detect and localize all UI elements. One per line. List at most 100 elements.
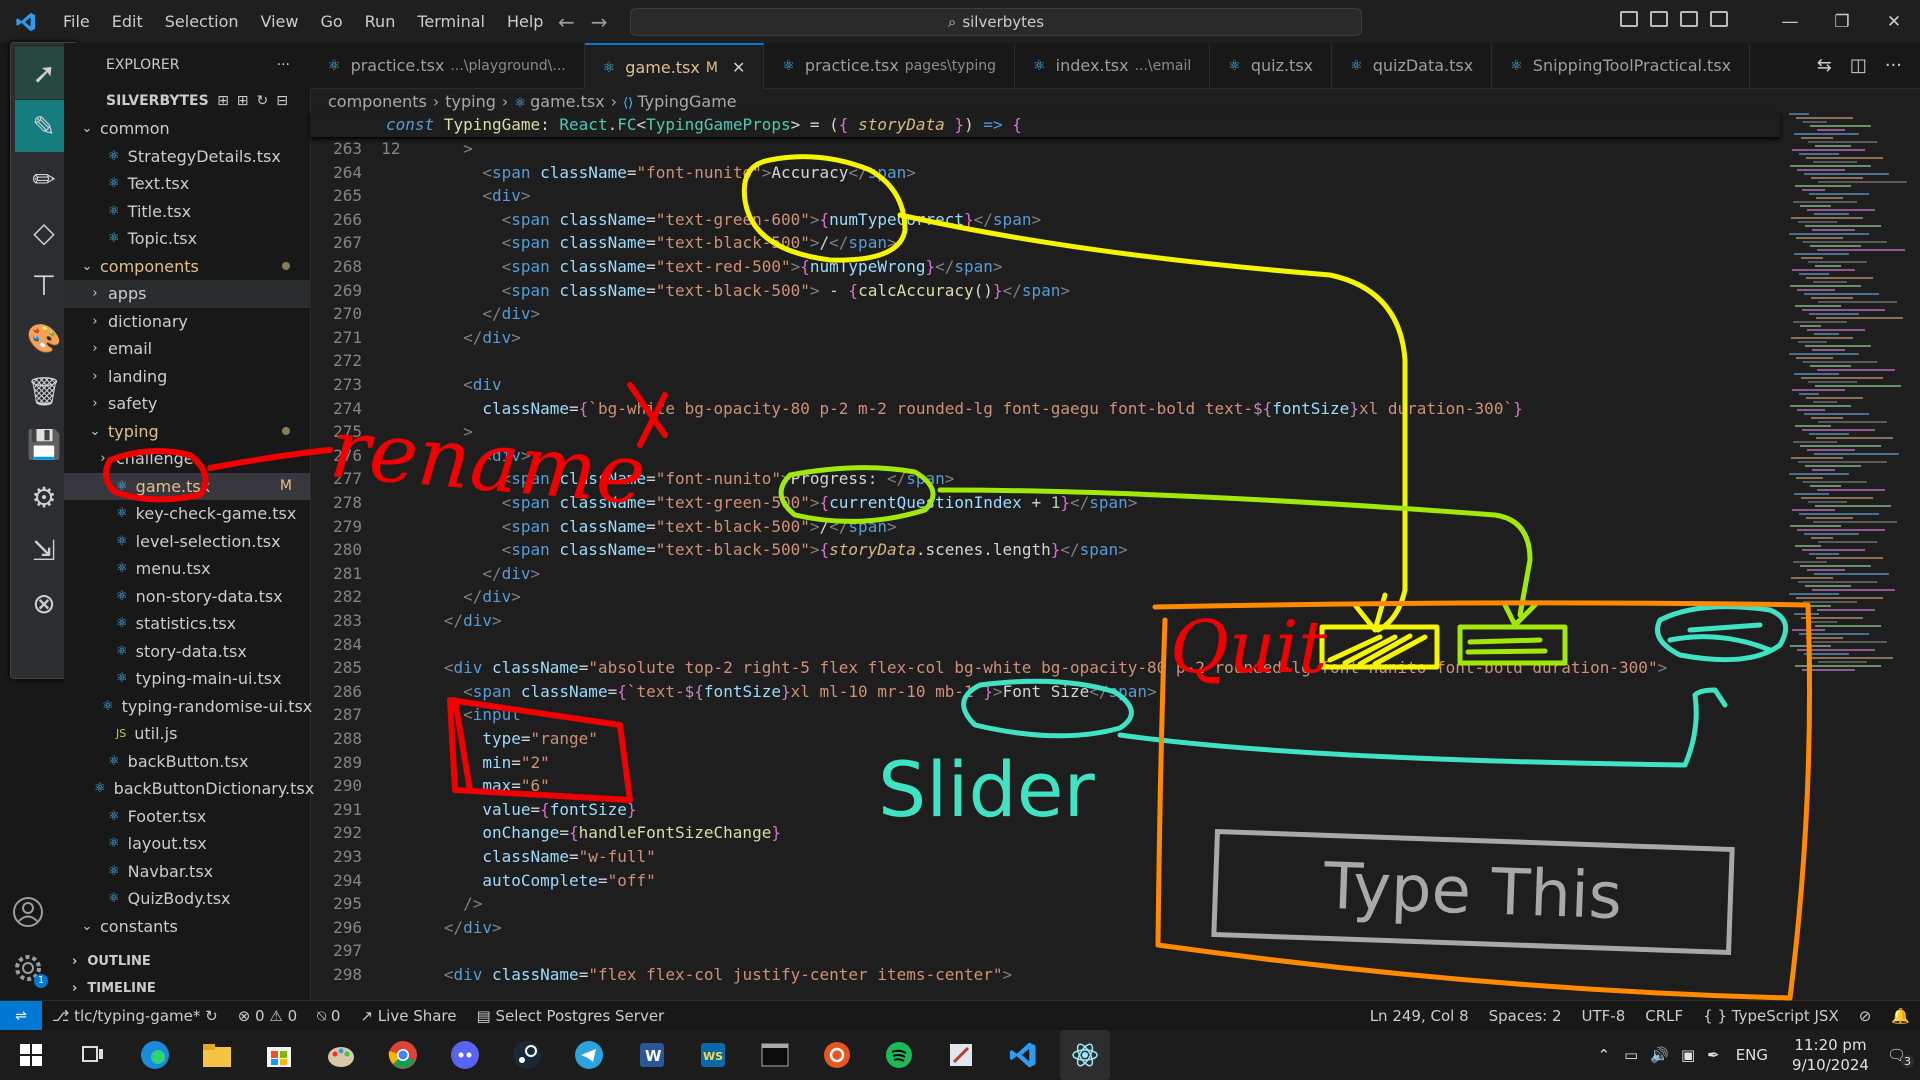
account-icon[interactable] xyxy=(10,894,46,930)
file-item[interactable]: ⚛ Topic.tsx xyxy=(64,225,310,253)
toggle-panel-icon[interactable] xyxy=(1650,11,1668,27)
code-line[interactable]: 272 xyxy=(310,349,1780,373)
file-item[interactable]: ⚛ Footer.tsx xyxy=(64,803,310,831)
discord-icon[interactable] xyxy=(440,1030,490,1080)
file-explorer-icon[interactable] xyxy=(192,1030,242,1080)
folder-item[interactable]: › landing xyxy=(64,363,310,391)
code-line[interactable]: 286 <span className={`text-${fontSize}xl… xyxy=(310,680,1780,704)
indentation[interactable]: Spaces: 2 xyxy=(1479,1007,1572,1025)
edge-icon[interactable] xyxy=(130,1030,180,1080)
code-line[interactable]: 298 <div className="flex flex-col justif… xyxy=(310,963,1780,987)
toggle-secondary-sidebar-icon[interactable] xyxy=(1680,11,1698,27)
code-line[interactable]: 284 xyxy=(310,633,1780,657)
file-item[interactable]: ⚛ story-data.tsx xyxy=(64,638,310,666)
ms-store-icon[interactable] xyxy=(254,1030,304,1080)
folder-item[interactable]: ⌄ constants xyxy=(64,913,310,941)
folder-item[interactable]: ⌄ typing xyxy=(64,418,310,446)
file-item[interactable]: ⚛ game.tsx M xyxy=(64,472,310,500)
file-item[interactable]: ⚛ non-story-data.tsx xyxy=(64,583,310,611)
tray-overflow-icon[interactable]: ⌃ xyxy=(1597,1046,1610,1064)
file-item[interactable]: ⚛ Navbar.tsx xyxy=(64,858,310,886)
liveshare-status[interactable]: ↗ Live Share xyxy=(350,1007,466,1025)
code-line[interactable]: 265 <div> xyxy=(310,184,1780,208)
file-item[interactable]: ⚛ StrategyDetails.tsx xyxy=(64,143,310,171)
folder-item[interactable]: ⌄ common xyxy=(64,115,310,143)
volume-icon[interactable]: 🔊 xyxy=(1650,1046,1669,1064)
customize-layout-icon[interactable] xyxy=(1710,11,1728,27)
code-line[interactable]: 269 <span className="text-black-500"> - … xyxy=(310,279,1780,303)
cursor-position[interactable]: Ln 249, Col 8 xyxy=(1360,1007,1479,1025)
battery-icon[interactable]: ▭ xyxy=(1624,1046,1638,1064)
remote-indicator-icon[interactable]: ⇌ xyxy=(0,1001,42,1031)
editor-tab[interactable]: ⚛ quiz.tsx xyxy=(1210,43,1333,88)
workspace-root[interactable]: SILVERBYTES ⊞⊞↻⊟ xyxy=(64,87,310,115)
code-line[interactable]: 279 <span className="text-black-500">/</… xyxy=(310,515,1780,539)
menu-item[interactable]: Help xyxy=(496,12,554,31)
file-item[interactable]: ⚛ menu.tsx xyxy=(64,555,310,583)
paint-icon[interactable] xyxy=(316,1030,366,1080)
more-actions-icon[interactable]: ··· xyxy=(1885,55,1902,76)
code-line[interactable]: 280 <span className="text-black-500">{st… xyxy=(310,538,1780,562)
menu-item[interactable]: File xyxy=(52,12,101,31)
telegram-icon[interactable] xyxy=(564,1030,614,1080)
code-line[interactable]: 270 </div> xyxy=(310,302,1780,326)
outline-section[interactable]: › OUTLINE xyxy=(64,948,310,975)
file-item[interactable]: ⚛ key-check-game.tsx xyxy=(64,500,310,528)
word-icon[interactable]: W xyxy=(626,1030,676,1080)
manage-gear-icon[interactable]: 1 xyxy=(10,950,48,988)
breadcrumb-item[interactable]: game.tsx xyxy=(530,92,605,111)
editor-tab[interactable]: ⚛ quizData.tsx xyxy=(1332,43,1493,88)
code-line[interactable]: 263 > xyxy=(310,137,1780,161)
minimap[interactable] xyxy=(1785,113,1920,1000)
file-item[interactable]: ⚛ Text.tsx xyxy=(64,170,310,198)
clock[interactable]: 11:20 pm 9/10/2024 xyxy=(1792,1035,1869,1075)
editor-tab[interactable]: ⚛ practice.tsx ...\playground\... xyxy=(310,43,585,88)
nav-arrows[interactable]: ←→ xyxy=(558,10,624,34)
ports-status[interactable]: ⍉ 0 xyxy=(307,1007,350,1025)
folder-item[interactable]: ⌄ components xyxy=(64,253,310,281)
code-line[interactable]: 283 </div> xyxy=(310,609,1780,633)
code-line[interactable]: 274 className={`bg-white bg-opacity-80 p… xyxy=(310,397,1780,421)
menu-item[interactable]: Terminal xyxy=(406,12,496,31)
chrome-icon[interactable] xyxy=(378,1030,428,1080)
folder-item[interactable]: › safety xyxy=(64,390,310,418)
editor-tab[interactable]: ⚛ index.tsx ...\email xyxy=(1015,43,1211,88)
language-mode[interactable]: { } TypeScript JSX xyxy=(1693,1007,1849,1025)
network-icon[interactable]: ▣ xyxy=(1681,1046,1695,1064)
command-center-search[interactable]: ⌕ silverbytes xyxy=(630,8,1362,36)
folder-item[interactable]: › challenge xyxy=(64,445,310,473)
code-line[interactable]: 282 </div> xyxy=(310,585,1780,609)
folder-item[interactable]: › apps xyxy=(64,280,310,308)
code-line[interactable]: 264 <span className="font-nunito">Accura… xyxy=(310,161,1780,185)
copilot-icon[interactable]: ⊘ xyxy=(1849,1007,1882,1025)
folder-item[interactable]: › dictionary xyxy=(64,308,310,336)
snipping-tool-icon[interactable] xyxy=(936,1030,986,1080)
menu-item[interactable]: View xyxy=(250,12,310,31)
compare-changes-icon[interactable]: ⇆ xyxy=(1817,55,1832,76)
maximize-button[interactable]: ❐ xyxy=(1816,12,1868,32)
code-line[interactable]: 273 <div xyxy=(310,373,1780,397)
file-item[interactable]: ⚛ typing-main-ui.tsx xyxy=(64,665,310,693)
explorer-more-icon[interactable]: ··· xyxy=(277,57,290,73)
file-item[interactable]: ⚛ backButtonDictionary.tsx xyxy=(64,775,314,803)
ws-app-icon[interactable]: WS xyxy=(688,1030,738,1080)
file-item[interactable]: ⚛ statistics.tsx xyxy=(64,610,310,638)
branch-status[interactable]: ⎇ tlc/typing-game* ↻ xyxy=(42,1007,228,1025)
pen-tray-icon[interactable]: ✒ xyxy=(1707,1046,1720,1064)
vscode-taskbar-icon[interactable] xyxy=(998,1030,1048,1080)
minimize-button[interactable]: — xyxy=(1764,12,1816,32)
folder-item[interactable]: › email xyxy=(64,335,310,363)
breadcrumb-item[interactable]: TypingGame xyxy=(637,92,736,111)
close-window-button[interactable]: ✕ xyxy=(1868,12,1920,32)
menu-item[interactable]: Go xyxy=(309,12,353,31)
toggle-sidebar-icon[interactable] xyxy=(1620,11,1638,27)
task-view-icon[interactable] xyxy=(68,1030,118,1080)
spotify-icon[interactable] xyxy=(874,1030,924,1080)
editor-tab[interactable]: ⚛ SnippingToolPractical.tsx xyxy=(1492,43,1751,88)
code-line[interactable]: 267 <span className="text-black-500">/</… xyxy=(310,231,1780,255)
postgres-status[interactable]: ▤ Select Postgres Server xyxy=(466,1007,674,1025)
file-item[interactable]: ⚛ typing-randomise-ui.tsx xyxy=(64,693,312,721)
file-item[interactable]: ⚛ level-selection.tsx xyxy=(64,528,310,556)
close-tab-icon[interactable]: ✕ xyxy=(732,58,745,77)
breadcrumb-item[interactable]: components xyxy=(328,92,427,111)
